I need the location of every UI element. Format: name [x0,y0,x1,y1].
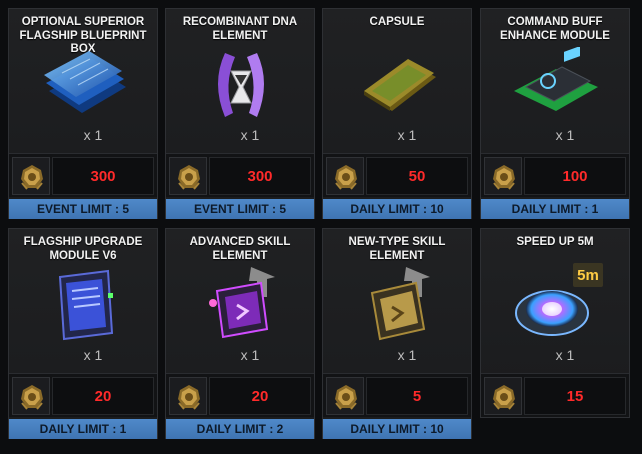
purchase-limit: DAILY LIMIT : 10 [323,419,471,439]
gold-alloy-currency-icon [169,157,207,195]
purchase-limit: EVENT LIMIT : 5 [166,199,314,219]
purchase-limit: DAILY LIMIT : 2 [166,419,314,439]
price-value: 50 [366,157,468,195]
item-quantity: x 1 [555,127,575,143]
item-quantity: x 1 [397,347,417,363]
item-quantity: x 1 [240,127,260,143]
price-bar[interactable]: 50 [323,153,471,197]
item-title: CAPSULE [369,16,425,28]
purchase-limit: EVENT LIMIT : 5 [9,199,157,219]
item-title: FLAGSHIP UPGRADE MODULE V6 [23,236,143,262]
purchase-limit: DAILY LIMIT : 10 [323,199,471,219]
duration-badge: 5m [573,263,603,287]
price-value: 300 [209,157,311,195]
price-value: 20 [209,377,311,415]
gold-alloy-currency-icon [169,377,207,415]
purchase-limit: DAILY LIMIT : 1 [9,419,157,439]
price-bar[interactable]: 100 [481,153,629,197]
gold-alloy-currency-icon [12,377,50,415]
price-value: 15 [524,377,626,415]
item-title: SPEED UP 5M [516,236,594,248]
shop-item-card[interactable]: SPEED UP 5M 5m x 1 15 [480,228,630,418]
shop-item-card[interactable]: COMMAND BUFF ENHANCE MODULE x 1 100 DAIL… [480,8,630,219]
price-bar[interactable]: 15 [481,373,629,417]
command-module-icon [506,46,606,125]
price-bar[interactable]: 20 [166,373,314,417]
price-bar[interactable]: 20 [9,373,157,417]
blueprint-box-icon [34,47,134,125]
item-quantity: x 1 [555,347,575,363]
item-title: COMMAND BUFF ENHANCE MODULE [500,16,610,42]
price-bar[interactable]: 300 [166,153,314,197]
shop-item-card[interactable]: OPTIONAL SUPERIOR FLAGSHIP BLUEPRINT BOX… [8,8,158,219]
item-quantity: x 1 [83,347,103,363]
advanced-skill-icon [191,267,291,345]
item-quantity: x 1 [397,127,417,143]
price-value: 100 [524,157,626,195]
price-value: 5 [366,377,468,415]
shop-item-card[interactable]: FLAGSHIP UPGRADE MODULE V6 x 1 20 DAILY … [8,228,158,439]
shop-item-card[interactable]: RECOMBINANT DNA ELEMENT x 1 300 EVENT LI… [165,8,315,219]
purchase-limit: DAILY LIMIT : 1 [481,199,629,219]
dna-element-icon [191,47,291,125]
price-bar[interactable]: 300 [9,153,157,197]
item-title: NEW-TYPE SKILL ELEMENT [348,236,446,262]
gold-alloy-currency-icon [326,377,364,415]
shop-item-card[interactable]: CAPSULE x 1 50 DAILY LIMIT : 10 [322,8,472,219]
item-title: ADVANCED SKILL ELEMENT [189,236,291,262]
shop-item-card[interactable]: NEW-TYPE SKILL ELEMENT x 1 5 DAILY LIMIT… [322,228,472,439]
upgrade-module-icon [34,267,134,345]
item-quantity: x 1 [240,347,260,363]
price-value: 300 [52,157,154,195]
shop-item-card[interactable]: ADVANCED SKILL ELEMENT x 1 20 DAILY LIMI… [165,228,315,439]
gold-alloy-currency-icon [484,157,522,195]
gold-alloy-currency-icon [12,157,50,195]
item-quantity: x 1 [83,127,103,143]
newtype-skill-icon [348,267,448,345]
price-bar[interactable]: 5 [323,373,471,417]
gold-alloy-currency-icon [326,157,364,195]
capsule-icon [348,47,448,125]
gold-alloy-currency-icon [484,377,522,415]
price-value: 20 [52,377,154,415]
shop-grid: OPTIONAL SUPERIOR FLAGSHIP BLUEPRINT BOX… [0,0,642,454]
item-title: RECOMBINANT DNA ELEMENT [182,16,298,42]
